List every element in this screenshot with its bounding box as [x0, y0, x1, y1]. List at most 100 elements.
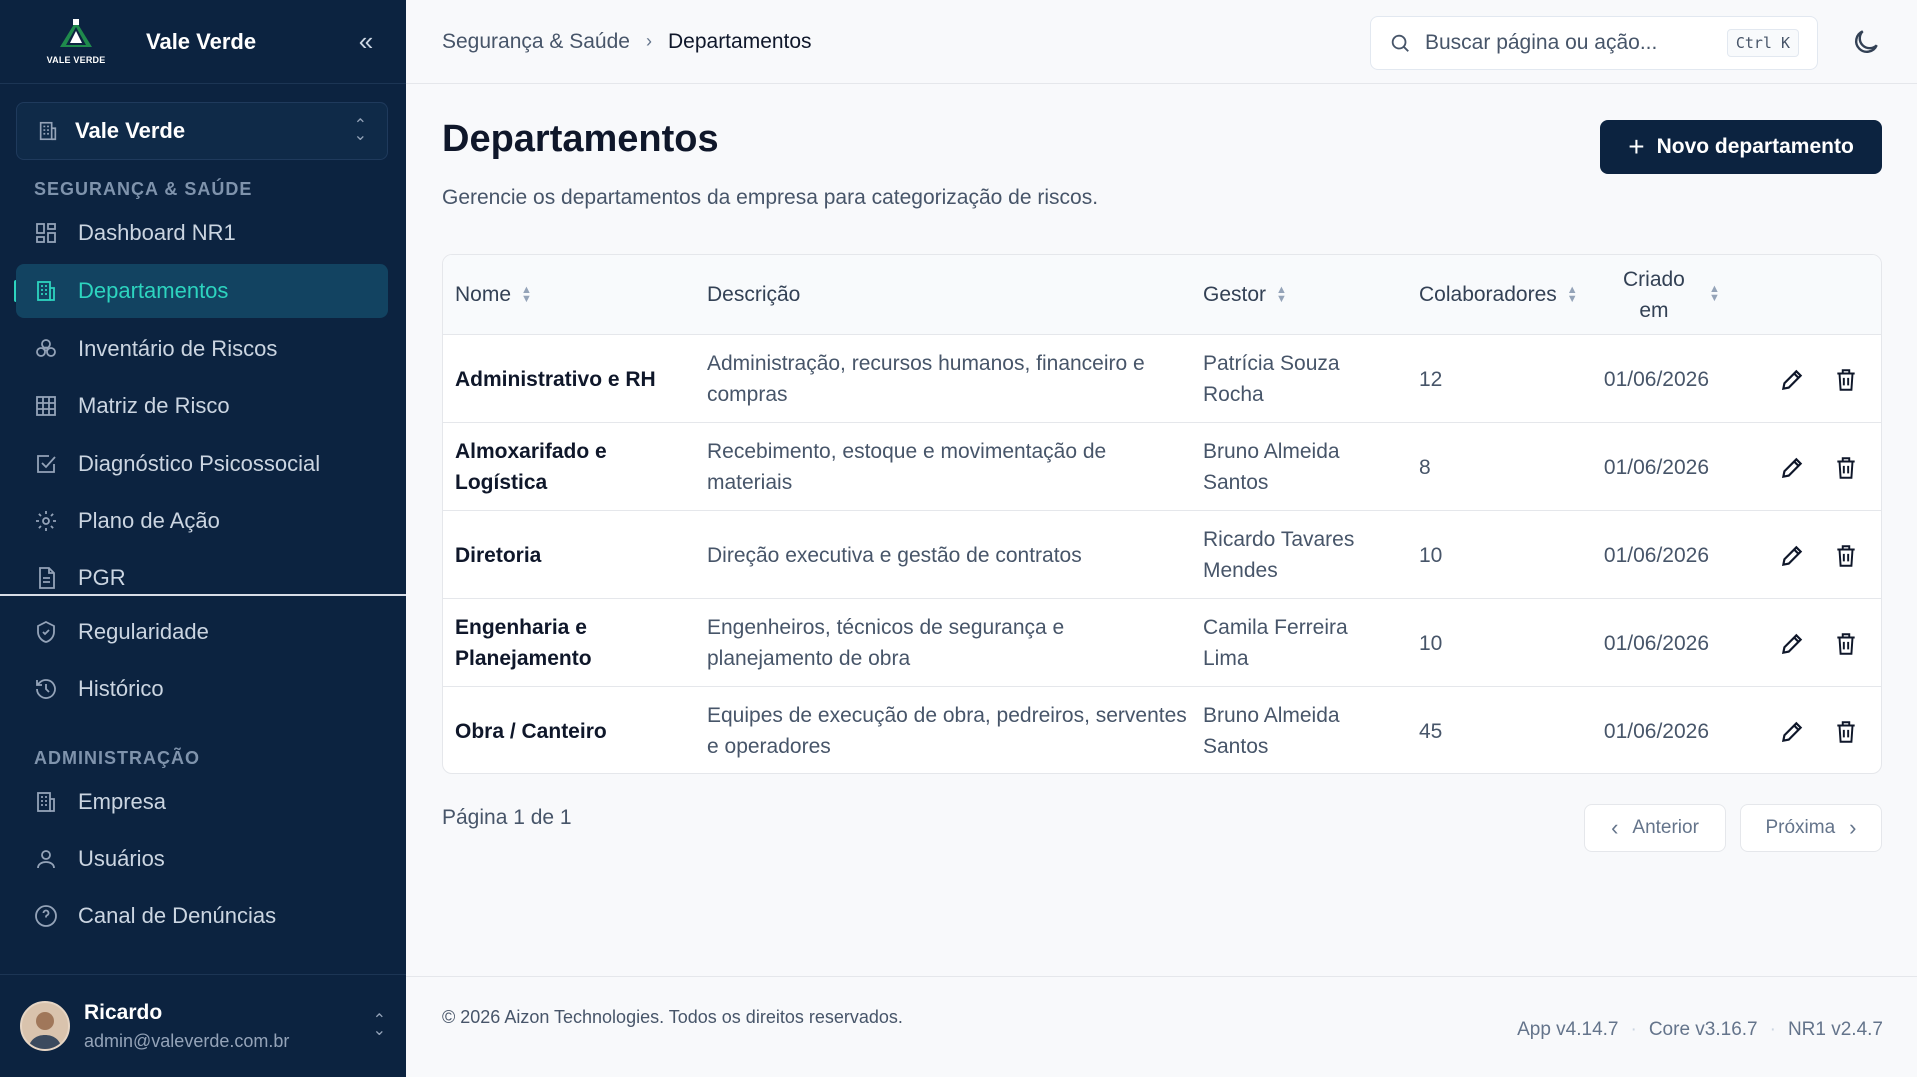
separator-dot: ·: [1769, 1019, 1776, 1040]
sidebar-item-inventario-riscos[interactable]: Inventário de Riscos: [16, 322, 388, 376]
collapse-sidebar-icon[interactable]: «: [350, 26, 382, 57]
user-menu[interactable]: Ricardo admin@valeverde.com.br ⌃ ⌄: [0, 974, 406, 1077]
trash-icon[interactable]: [1833, 367, 1859, 393]
column-label: Colaboradores: [1419, 283, 1557, 306]
next-page-button[interactable]: Próxima ›: [1740, 804, 1882, 852]
sort-icon: ▲ ▼: [1566, 284, 1578, 305]
edit-icon[interactable]: [1779, 543, 1805, 569]
user-info: Ricardo admin@valeverde.com.br: [84, 1001, 373, 1052]
trash-icon[interactable]: [1833, 631, 1859, 657]
organization-selector[interactable]: Vale Verde ⌃ ⌄: [16, 102, 388, 160]
sidebar-item-matriz-risco[interactable]: Matriz de Risco: [16, 379, 388, 433]
cell-created: 01/06/2026: [1603, 367, 1709, 391]
sidebar-item-label: Dashboard NR1: [78, 220, 236, 245]
version-info: App v4.14.7 · Core v3.16.7 · NR1 v2.4.7: [1517, 1019, 1883, 1041]
breadcrumb-current: Departamentos: [667, 29, 812, 53]
cell-description: Recebimento, estoque e movimentação de m…: [707, 440, 1107, 494]
section-title-seguranca: SEGURANÇA & SAÚDE: [34, 179, 253, 199]
next-page-label: Próxima: [1765, 817, 1836, 838]
cell-manager: Ricardo Tavares Mendes: [1203, 528, 1355, 582]
breadcrumb: Segurança & Saúde › Departamentos: [442, 30, 812, 54]
cell-name: Engenharia e Planejamento: [455, 616, 592, 670]
topbar: Segurança & Saúde › Departamentos Buscar…: [406, 0, 1917, 84]
grid-icon: [36, 396, 56, 416]
cell-name: Administrativo e RH: [455, 367, 656, 391]
table-row: Engenharia e Planejamento Engenheiros, t…: [443, 599, 1881, 687]
chevron-up-down-icon: ⌃ ⌄: [353, 117, 367, 144]
sidebar-item-label: Canal de Denúncias: [78, 903, 277, 928]
column-header-gestor[interactable]: Gestor ▲ ▼: [1203, 255, 1287, 335]
chevron-right-icon: ›: [645, 31, 652, 51]
app-version: App v4.14.7: [1517, 1019, 1619, 1040]
sidebar-item-regularidade[interactable]: Regularidade: [16, 605, 388, 659]
column-label: Nome: [455, 283, 512, 306]
chevron-left-icon: ‹: [1611, 815, 1619, 840]
edit-icon[interactable]: [1779, 631, 1805, 657]
sidebar: VALE VERDE Vale Verde « Vale Verde ⌃ ⌄ SE…: [0, 0, 406, 1077]
breadcrumb-parent[interactable]: Segurança & Saúde: [442, 30, 630, 54]
sidebar-item-label: Histórico: [78, 676, 164, 701]
cell-created: 01/06/2026: [1603, 543, 1709, 567]
trash-icon[interactable]: [1833, 455, 1859, 481]
new-department-label: Novo departamento: [1656, 135, 1854, 158]
sidebar-item-label: Empresa: [78, 789, 167, 814]
sidebar-item-dashboard-nr1[interactable]: Dashboard NR1: [16, 206, 388, 260]
cell-description: Engenheiros, técnicos de segurança e pla…: [707, 616, 1065, 670]
brand-logo: VALE VERDE: [40, 14, 112, 70]
sidebar-item-pgr[interactable]: PGR: [16, 551, 388, 605]
column-label: Gestor: [1203, 283, 1267, 306]
moon-icon[interactable]: [1850, 26, 1882, 58]
footer: © 2026 Aizon Technologies. Todos os dire…: [406, 976, 1917, 1077]
sidebar-item-historico[interactable]: Histórico: [16, 662, 388, 716]
cell-manager: Camila Ferreira Lima: [1203, 616, 1348, 670]
sidebar-item-label: Inventário de Riscos: [78, 336, 278, 361]
sidebar-item-empresa[interactable]: Empresa: [16, 775, 388, 829]
user-avatar-icon: [28, 1012, 62, 1049]
cell-count: 12: [1419, 367, 1443, 391]
section-title-administracao: ADMINISTRAÇÃO: [34, 748, 200, 768]
checkbox-icon: [37, 455, 56, 473]
sidebar-item-usuarios[interactable]: Usuários: [16, 832, 388, 886]
sidebar-item-label: Diagnóstico Psicossocial: [78, 451, 321, 476]
column-header-criado-em[interactable]: Criado em: [1623, 255, 1685, 335]
cell-manager: Patrícia Souza Rocha: [1203, 352, 1340, 406]
logo-mark-icon: [60, 18, 92, 47]
cell-manager: Bruno Almeida Santos: [1203, 440, 1340, 494]
cell-manager: Bruno Almeida Santos: [1203, 704, 1340, 758]
sidebar-item-canal-denuncias[interactable]: Canal de Denúncias: [16, 889, 388, 943]
biohazard-icon: [36, 339, 56, 357]
brand-header: VALE VERDE Vale Verde «: [0, 0, 406, 84]
sidebar-item-diagnostico-psicossocial[interactable]: Diagnóstico Psicossocial: [16, 437, 388, 491]
sidebar-item-label: PGR: [78, 565, 126, 590]
building-icon: [37, 281, 55, 301]
column-header-nome[interactable]: Nome ▲ ▼: [455, 255, 532, 335]
sidebar-item-departamentos[interactable]: Departamentos: [16, 264, 388, 318]
cell-created: 01/06/2026: [1603, 631, 1709, 655]
cell-name: Obra / Canteiro: [455, 719, 607, 743]
previous-page-button[interactable]: ‹ Anterior: [1584, 804, 1726, 852]
sidebar-item-plano-acao[interactable]: Plano de Ação: [16, 494, 388, 548]
column-header-descricao: Descrição: [707, 255, 800, 335]
cell-description: Equipes de execução de obra, pedreiros, …: [707, 704, 1187, 758]
edit-icon[interactable]: [1779, 719, 1805, 745]
trash-icon[interactable]: [1833, 719, 1859, 745]
nr1-version: NR1 v2.4.7: [1787, 1019, 1883, 1040]
search-input[interactable]: Buscar página ou ação... Ctrl K: [1370, 16, 1818, 70]
user-email: admin@valeverde.com.br: [84, 1030, 290, 1051]
column-header-colaboradores[interactable]: Colaboradores ▲ ▼: [1419, 255, 1578, 335]
trash-icon[interactable]: [1833, 543, 1859, 569]
cell-description: Administração, recursos humanos, finance…: [707, 352, 1145, 406]
cell-count: 45: [1419, 719, 1443, 743]
edit-icon[interactable]: [1779, 455, 1805, 481]
cell-created: 01/06/2026: [1603, 719, 1709, 743]
table-row: Almoxarifado e Logística Recebimento, es…: [443, 423, 1881, 511]
sidebar-item-label: Matriz de Risco: [78, 393, 230, 418]
avatar: [20, 1001, 70, 1051]
new-department-button[interactable]: + Novo departamento: [1600, 120, 1882, 174]
table-row: Diretoria Direção executiva e gestão de …: [443, 511, 1881, 599]
dashboard-icon: [36, 223, 56, 243]
cell-count: 10: [1419, 631, 1443, 655]
edit-icon[interactable]: [1779, 367, 1805, 393]
sort-icon: ▲ ▼: [1709, 283, 1720, 304]
sidebar-item-label: Usuários: [78, 846, 165, 871]
